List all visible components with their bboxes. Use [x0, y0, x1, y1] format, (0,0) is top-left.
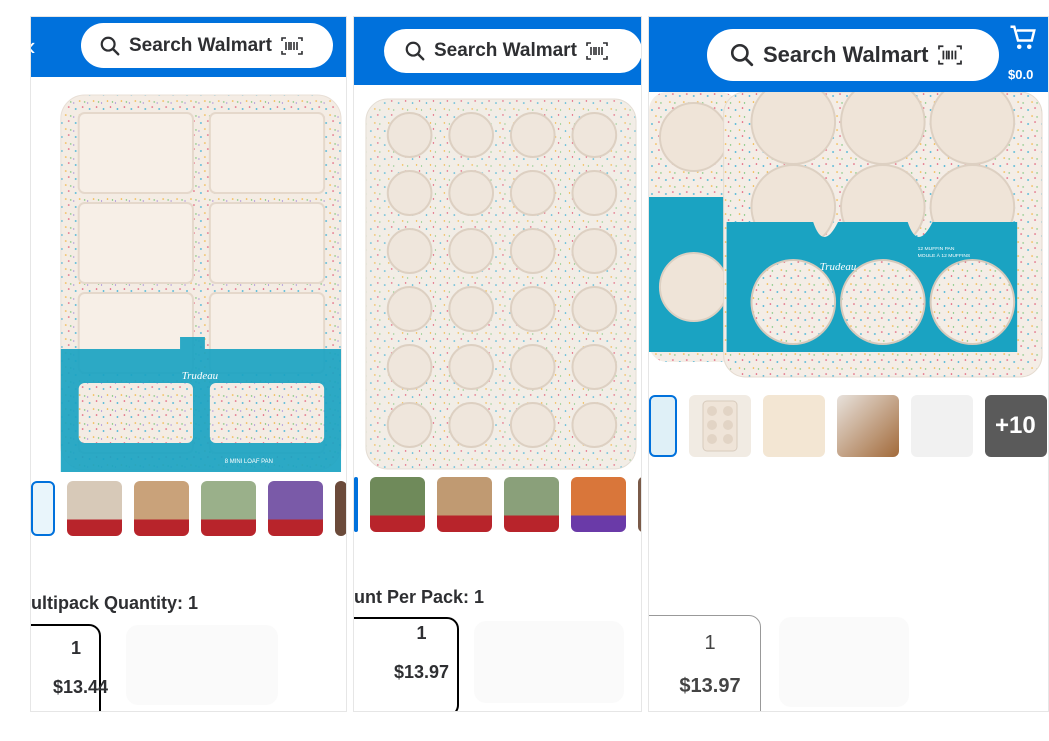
- option-price: $13.97: [679, 675, 741, 697]
- search-icon: [405, 41, 425, 61]
- thumbnail-2[interactable]: [67, 481, 122, 536]
- option-quantity: 1: [416, 623, 427, 643]
- variant-option[interactable]: 1 $13.97: [649, 615, 761, 711]
- thumbnail-6[interactable]: [335, 481, 346, 536]
- screenshot-panel-1: ‹ Search Walmart Trudeau 8 MINI LOAF: [30, 16, 347, 712]
- thumbnail-strip: +10: [649, 395, 1047, 457]
- brand-logo-text: Trudeau: [820, 261, 857, 273]
- option-quantity: 1: [70, 638, 81, 658]
- thumbnail-5[interactable]: [571, 477, 626, 532]
- header-bar: ‹ Search Walmart: [31, 17, 346, 77]
- option-placeholder: [779, 617, 909, 707]
- search-icon: [730, 43, 754, 67]
- thumbnail-5[interactable]: [268, 481, 323, 536]
- search-bar[interactable]: Search Walmart: [81, 23, 333, 68]
- more-images-count: +10: [995, 412, 1036, 439]
- thumbnail-1[interactable]: [649, 395, 677, 457]
- option-price: $13.97: [393, 662, 450, 682]
- thumbnail-3[interactable]: [437, 477, 492, 532]
- thumbnail-1[interactable]: [354, 477, 358, 532]
- pan-caption-fr: MOULE À 12 MUFFINS: [918, 252, 971, 259]
- header-bar: Search Walmart $0.0: [649, 17, 1048, 92]
- option-quantity: 1: [704, 632, 716, 654]
- variant-label: ultipack Quantity: 1: [31, 593, 199, 613]
- option-price: $13.44: [53, 677, 109, 697]
- screenshot-panel-2: Search Walmart unt Per Pack: 1 1 $13.97: [353, 16, 642, 712]
- product-image-muffin-pan: Trudeau 12 MUFFIN PAN MOULE À 12 MUFFINS: [649, 92, 1043, 378]
- option-placeholder: [126, 625, 278, 705]
- cart-button[interactable]: $0.0: [1008, 23, 1048, 82]
- search-placeholder: Search Walmart: [434, 40, 577, 61]
- more-images-button[interactable]: +10: [985, 395, 1047, 457]
- muffin-pan-thumb-icon: [702, 400, 738, 452]
- variant-option-selected[interactable]: 1 $13.44: [31, 624, 109, 711]
- barcode-scan-icon[interactable]: [280, 36, 304, 56]
- thumbnail-strip: [354, 477, 641, 532]
- back-arrow-icon[interactable]: ‹: [31, 31, 36, 62]
- variant-option-selected[interactable]: 1 $13.97: [354, 617, 459, 711]
- search-placeholder: Search Walmart: [763, 42, 929, 67]
- barcode-scan-icon[interactable]: [936, 44, 964, 66]
- brand-logo-text: Trudeau: [182, 370, 219, 382]
- screenshot-panel-3: Search Walmart $0.0 Trudeau 12 MUFFIN PA…: [648, 16, 1049, 712]
- header-bar: Search Walmart: [354, 17, 641, 85]
- search-bar[interactable]: Search Walmart: [384, 29, 641, 73]
- product-image-loaf-pan: Trudeau 8 MINI LOAF PAN: [60, 94, 342, 472]
- cart-total: $0.0: [1008, 67, 1034, 82]
- barcode-scan-icon[interactable]: [585, 41, 609, 61]
- thumbnail-4[interactable]: [504, 477, 559, 532]
- thumbnail-5[interactable]: [911, 395, 973, 457]
- thumbnail-3[interactable]: [134, 481, 189, 536]
- search-placeholder: Search Walmart: [129, 34, 272, 56]
- variant-label: unt Per Pack: 1: [354, 587, 485, 607]
- thumbnail-6[interactable]: [638, 477, 641, 532]
- thumbnail-2[interactable]: [689, 395, 751, 457]
- thumbnail-2[interactable]: [370, 477, 425, 532]
- thumbnail-4[interactable]: [837, 395, 899, 457]
- pan-caption: 8 MINI LOAF PAN: [225, 459, 273, 465]
- cart-icon: [1010, 25, 1036, 49]
- thumbnail-1[interactable]: [31, 481, 55, 536]
- product-image-mini-muffin-pan: [365, 98, 637, 470]
- thumbnail-4[interactable]: [201, 481, 256, 536]
- search-icon: [100, 36, 120, 55]
- search-bar[interactable]: Search Walmart: [707, 29, 999, 81]
- thumbnail-3[interactable]: [763, 395, 825, 457]
- option-placeholder: [474, 621, 624, 703]
- pan-caption: 12 MUFFIN PAN: [918, 246, 955, 252]
- thumbnail-strip: [31, 481, 346, 536]
